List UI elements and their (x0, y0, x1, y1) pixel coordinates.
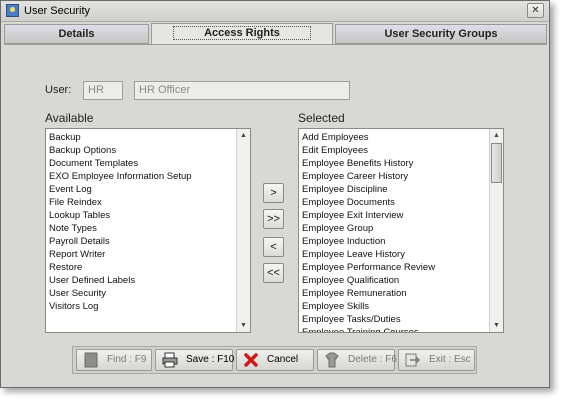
list-item[interactable]: Backup Options (49, 144, 235, 157)
list-item[interactable]: Restore (49, 261, 235, 274)
list-item[interactable]: Employee Exit Interview (302, 209, 488, 222)
selected-label: Selected (298, 111, 345, 125)
close-button[interactable]: ✕ (527, 3, 544, 18)
list-item[interactable]: Employee Induction (302, 235, 488, 248)
list-item[interactable]: Document Templates (49, 157, 235, 170)
list-item[interactable]: Employee Leave History (302, 248, 488, 261)
scroll-thumb[interactable] (491, 143, 502, 183)
button-bar: Find : F9 Save : F10 Cancel Delete : F6 … (72, 346, 477, 374)
delete-button[interactable]: Delete : F6 (317, 349, 397, 371)
exit-button[interactable]: Exit : Esc (398, 349, 475, 371)
user-label: User: (45, 84, 72, 96)
cancel-button[interactable]: Cancel (236, 349, 314, 371)
list-item[interactable]: Visitors Log (49, 300, 235, 313)
list-item[interactable]: User Security (49, 287, 235, 300)
list-item[interactable]: Employee Tasks/Duties (302, 313, 488, 326)
list-item[interactable]: Payroll Details (49, 235, 235, 248)
scroll-up-arrow-icon[interactable]: ▲ (490, 129, 503, 142)
tab-bar: Details Access Rights User Security Grou… (4, 23, 547, 45)
list-item[interactable]: Employee Performance Review (302, 261, 488, 274)
scroll-down-arrow-icon[interactable]: ▼ (490, 319, 503, 332)
list-item[interactable]: Employee Skills (302, 300, 488, 313)
list-item[interactable]: Employee Discipline (302, 183, 488, 196)
list-item[interactable]: Event Log (49, 183, 235, 196)
list-item[interactable]: File Reindex (49, 196, 235, 209)
exit-arrow-icon (405, 353, 421, 367)
list-item[interactable]: Employee Benefits History (302, 157, 488, 170)
list-item[interactable]: Employee Group (302, 222, 488, 235)
selected-items: Add Employees Edit Employees Employee Bene… (302, 131, 488, 332)
red-x-icon (244, 353, 258, 367)
remove-button[interactable]: < (263, 237, 284, 257)
tab-user-security-groups[interactable]: User Security Groups (335, 24, 547, 44)
user-security-window: User Security ✕ Details Access Rights Us… (0, 0, 550, 388)
list-item[interactable]: Backup (49, 131, 235, 144)
app-icon (6, 4, 19, 17)
user-code-field[interactable]: HR (83, 81, 123, 100)
printer-save-icon (162, 352, 178, 368)
tab-details[interactable]: Details (4, 24, 149, 44)
list-item[interactable]: Employee Qualification (302, 274, 488, 287)
list-item[interactable]: Employee Remuneration (302, 287, 488, 300)
shirt-delete-icon (325, 352, 339, 368)
list-item[interactable]: Edit Employees (302, 144, 488, 157)
available-items: Backup Backup Options Document Templates EX… (49, 131, 235, 313)
selected-scrollbar[interactable]: ▲ ▼ (489, 129, 503, 332)
list-item[interactable]: Report Writer (49, 248, 235, 261)
available-label: Available (45, 111, 94, 125)
save-button[interactable]: Save : F10 (155, 349, 234, 371)
add-button[interactable]: > (263, 183, 284, 203)
title-bar[interactable]: User Security ✕ (1, 1, 549, 22)
list-item[interactable]: EXO Employee Information Setup (49, 170, 235, 183)
list-item[interactable]: Employee Documents (302, 196, 488, 209)
list-item[interactable]: Lookup Tables (49, 209, 235, 222)
remove-all-button[interactable]: << (263, 263, 284, 283)
scroll-up-arrow-icon[interactable]: ▲ (237, 129, 250, 142)
available-scrollbar[interactable]: ▲ ▼ (236, 129, 250, 332)
close-icon: ✕ (531, 5, 540, 16)
find-button[interactable]: Find : F9 (76, 349, 152, 371)
selected-list[interactable]: Add Employees Edit Employees Employee Bene… (298, 128, 504, 333)
user-name-field[interactable]: HR Officer (134, 81, 350, 100)
window-title: User Security (24, 5, 91, 17)
list-item[interactable]: Note Types (49, 222, 235, 235)
available-list[interactable]: Backup Backup Options Document Templates EX… (45, 128, 251, 333)
list-item[interactable]: Employee Training Courses (302, 326, 488, 332)
find-icon (84, 352, 98, 368)
list-item[interactable]: Employee Career History (302, 170, 488, 183)
add-all-button[interactable]: >> (263, 209, 284, 229)
list-item[interactable]: User Defined Labels (49, 274, 235, 287)
list-item[interactable]: Add Employees (302, 131, 488, 144)
tab-access-rights[interactable]: Access Rights (151, 23, 333, 45)
scroll-down-arrow-icon[interactable]: ▼ (237, 319, 250, 332)
